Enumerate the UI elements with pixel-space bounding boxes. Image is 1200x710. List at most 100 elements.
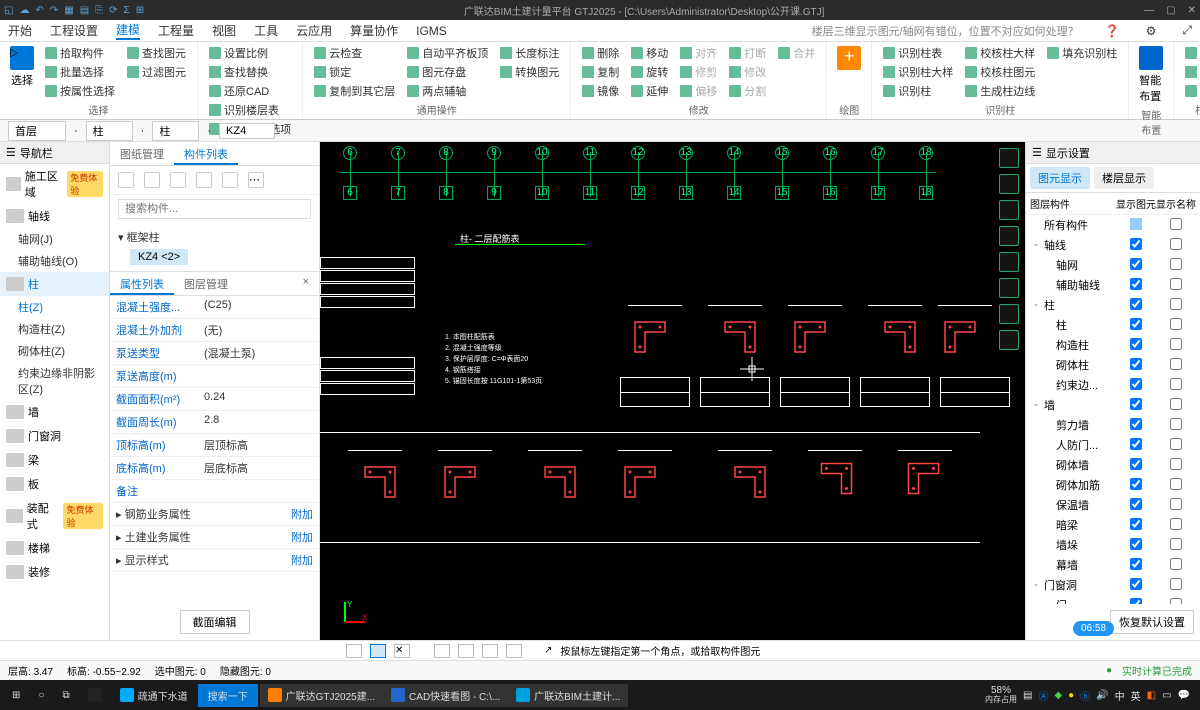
mode-button[interactable] bbox=[434, 644, 450, 658]
nav-sub-柱(Z)[interactable]: 柱(Z) bbox=[0, 296, 109, 318]
ribbon-过滤图元[interactable]: 过滤图元 bbox=[124, 63, 189, 81]
ribbon-长度标注[interactable]: 长度标注 bbox=[497, 44, 562, 62]
view-control[interactable] bbox=[999, 174, 1019, 194]
nav-装配式[interactable]: 装配式免费体验 bbox=[0, 496, 109, 536]
ribbon-判断边角柱[interactable]: 判断边角柱 bbox=[1182, 63, 1200, 81]
qat-icon[interactable]: ↶ bbox=[35, 5, 43, 16]
qat-icon[interactable]: ⊞ bbox=[136, 5, 144, 16]
menu-工程量[interactable]: 工程量 bbox=[158, 22, 194, 39]
ribbon-自动平齐板顶[interactable]: 自动平齐板顶 bbox=[404, 44, 491, 62]
code-select[interactable]: KZ4 bbox=[219, 123, 275, 139]
prop-group[interactable]: ▸ 钢筋业务属性附加 bbox=[110, 503, 319, 526]
display-row[interactable]: -柱 bbox=[1026, 295, 1200, 315]
nav-sub-砌体柱(Z)[interactable]: 砌体柱(Z) bbox=[0, 340, 109, 362]
prop-row[interactable]: 泵送高度(m) bbox=[110, 365, 319, 388]
display-row[interactable]: 保温墙 bbox=[1026, 495, 1200, 515]
ribbon-修改[interactable]: 修改 bbox=[726, 63, 769, 81]
view-control[interactable] bbox=[999, 278, 1019, 298]
ribbon-偏移[interactable]: 偏移 bbox=[677, 82, 720, 100]
new-button[interactable] bbox=[118, 172, 134, 188]
snap-button[interactable] bbox=[346, 644, 362, 658]
draw-button[interactable]: + bbox=[835, 44, 863, 72]
prop-row[interactable]: 底标高(m)层底标高 bbox=[110, 457, 319, 480]
ribbon-移动[interactable]: 移动 bbox=[628, 44, 671, 62]
tray-icon[interactable]: ▤ bbox=[1023, 690, 1032, 701]
view-control[interactable] bbox=[999, 200, 1019, 220]
ribbon-修剪[interactable]: 修剪 bbox=[677, 63, 720, 81]
nav-装修[interactable]: 装修 bbox=[0, 560, 109, 584]
tree-item[interactable]: KZ4 <2> bbox=[130, 249, 188, 265]
tray-icon[interactable]: 中 bbox=[1115, 688, 1125, 703]
minimize-icon[interactable]: — bbox=[1144, 5, 1154, 16]
display-row[interactable]: 柱 bbox=[1026, 315, 1200, 335]
ribbon-图元存盘[interactable]: 图元存盘 bbox=[404, 63, 491, 81]
prop-row[interactable]: 截面周长(m)2.8 bbox=[110, 411, 319, 434]
nav-楼梯[interactable]: 楼梯 bbox=[0, 536, 109, 560]
nav-板[interactable]: 板 bbox=[0, 472, 109, 496]
smart-layout[interactable]: 智能布置 bbox=[1137, 44, 1165, 106]
tab-属性列表[interactable]: 属性列表 bbox=[110, 272, 174, 295]
search-go[interactable]: 搜索一下 bbox=[198, 684, 258, 707]
menu-icon[interactable]: ❓ bbox=[1105, 24, 1120, 38]
display-row[interactable]: 幕墙 bbox=[1026, 555, 1200, 575]
ribbon-转换图元[interactable]: 转换图元 bbox=[497, 63, 562, 81]
tab-楼层显示[interactable]: 楼层显示 bbox=[1094, 167, 1154, 189]
select-tool[interactable]: ▷选择 bbox=[8, 44, 36, 90]
tray-icon[interactable]: 🔊 bbox=[1096, 690, 1108, 701]
menu-icon[interactable]: ⤢ bbox=[1182, 23, 1192, 38]
qat-icon[interactable]: ◱ bbox=[4, 5, 13, 16]
floor-select[interactable]: 首层 bbox=[8, 121, 66, 141]
tree-category[interactable]: ▾ 框架柱 bbox=[118, 227, 311, 247]
tab-构件列表[interactable]: 构件列表 bbox=[174, 142, 238, 165]
ribbon-调整柱端头[interactable]: 调整柱端头 bbox=[1182, 44, 1200, 62]
ribbon-拾取构件[interactable]: 拾取构件 bbox=[42, 44, 118, 62]
tab-图元显示[interactable]: 图元显示 bbox=[1030, 167, 1090, 189]
menu-工程设置[interactable]: 工程设置 bbox=[50, 22, 98, 39]
ribbon-校核柱大样[interactable]: 校核柱大样 bbox=[962, 44, 1038, 62]
nav-sub-轴网(J)[interactable]: 轴网(J) bbox=[0, 228, 109, 250]
ribbon-延伸[interactable]: 延伸 bbox=[628, 82, 671, 100]
nav-梁[interactable]: 梁 bbox=[0, 448, 109, 472]
ribbon-填充识别柱[interactable]: 填充识别柱 bbox=[1044, 44, 1120, 62]
tray-icon[interactable]: ⓑ bbox=[1080, 688, 1090, 703]
display-row[interactable]: 墙垛 bbox=[1026, 535, 1200, 555]
display-row[interactable]: -墙 bbox=[1026, 395, 1200, 415]
qat-icon[interactable]: ▤ bbox=[80, 5, 89, 16]
type-select[interactable]: 柱 bbox=[152, 121, 199, 141]
tray-icon[interactable]: ◆ bbox=[1054, 690, 1062, 701]
search-button[interactable]: ○ bbox=[30, 686, 52, 705]
nav-轴线[interactable]: 轴线 bbox=[0, 204, 109, 228]
tray-icon[interactable]: 💬 bbox=[1178, 690, 1190, 701]
view-cube[interactable] bbox=[999, 148, 1019, 168]
start-button[interactable]: ⊞ bbox=[4, 686, 28, 705]
menu-建模[interactable]: 建模 bbox=[116, 21, 140, 40]
display-row[interactable]: 剪力墙 bbox=[1026, 415, 1200, 435]
help-link[interactable]: 楼层三维显示图元/轴网有错位，位置不对应如何处理？ bbox=[812, 23, 1079, 39]
display-row[interactable]: 辅助轴线 bbox=[1026, 275, 1200, 295]
ribbon-识别柱[interactable]: 识别柱 bbox=[880, 82, 956, 100]
ribbon-识别楼层表[interactable]: 识别楼层表 bbox=[206, 101, 294, 119]
ribbon-查找替换[interactable]: 查找替换 bbox=[206, 63, 294, 81]
maximize-icon[interactable]: ▢ bbox=[1166, 5, 1175, 16]
mode-button[interactable] bbox=[506, 644, 522, 658]
section-edit-button[interactable]: 截面编辑 bbox=[180, 610, 250, 634]
display-row[interactable]: 约束边... bbox=[1026, 375, 1200, 395]
menu-工具[interactable]: 工具 bbox=[254, 22, 278, 39]
view-control[interactable] bbox=[999, 252, 1019, 272]
layer-button[interactable] bbox=[196, 172, 212, 188]
menu-开始[interactable]: 开始 bbox=[8, 22, 32, 39]
prop-row[interactable]: 备注 bbox=[110, 480, 319, 503]
display-row[interactable]: -门窗洞 bbox=[1026, 575, 1200, 595]
display-row[interactable]: 门 bbox=[1026, 595, 1200, 604]
ribbon-还原CAD[interactable]: 还原CAD bbox=[206, 82, 294, 100]
nav-sub-构造柱(Z)[interactable]: 构造柱(Z) bbox=[0, 318, 109, 340]
ribbon-复制[interactable]: 复制 bbox=[579, 63, 622, 81]
ribbon-删除[interactable]: 删除 bbox=[579, 44, 622, 62]
ribbon-打断[interactable]: 打断 bbox=[726, 44, 769, 62]
nav-施工区域[interactable]: 施工区域免费体验 bbox=[0, 164, 109, 204]
view-control[interactable] bbox=[999, 304, 1019, 324]
qat-icon[interactable]: ↷ bbox=[50, 5, 58, 16]
nav-柱[interactable]: 柱 bbox=[0, 272, 109, 296]
display-row[interactable]: 人防门... bbox=[1026, 435, 1200, 455]
menu-云应用[interactable]: 云应用 bbox=[296, 22, 332, 39]
